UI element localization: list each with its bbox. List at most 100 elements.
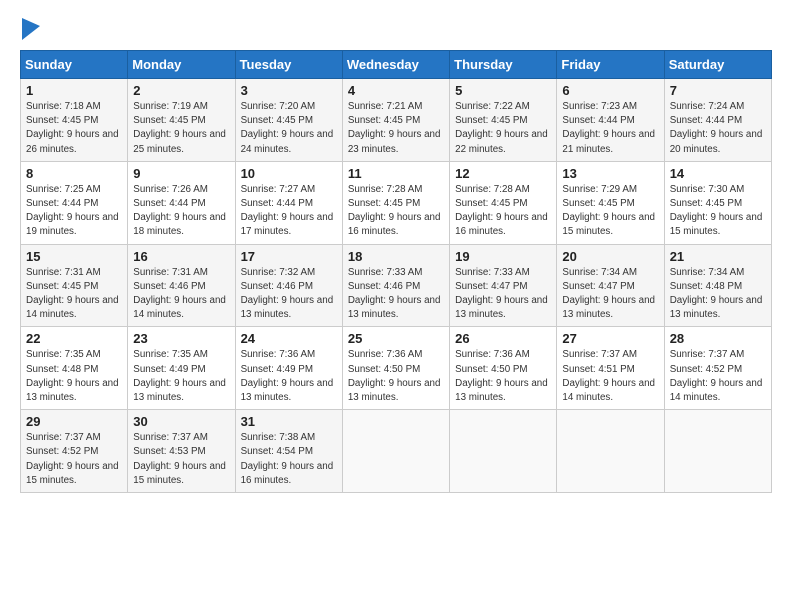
day-cell: 31 Sunrise: 7:38 AM Sunset: 4:54 PM Dayl… [235,410,342,493]
day-info: Sunrise: 7:29 AM Sunset: 4:45 PM Dayligh… [562,183,658,240]
logo [20,18,40,40]
day-info: Sunrise: 7:26 AM Sunset: 4:44 PM Dayligh… [133,183,229,240]
week-row-2: 8 Sunrise: 7:25 AM Sunset: 4:44 PM Dayli… [21,161,772,244]
day-cell: 17 Sunrise: 7:32 AM Sunset: 4:46 PM Dayl… [235,244,342,327]
day-info: Sunrise: 7:35 AM Sunset: 4:48 PM Dayligh… [26,348,122,405]
day-cell: 13 Sunrise: 7:29 AM Sunset: 4:45 PM Dayl… [557,161,664,244]
day-info: Sunrise: 7:24 AM Sunset: 4:44 PM Dayligh… [670,100,766,157]
weekday-header-wednesday: Wednesday [342,51,449,79]
day-number: 12 [455,166,551,181]
day-info: Sunrise: 7:34 AM Sunset: 4:48 PM Dayligh… [670,266,766,323]
day-number: 16 [133,249,229,264]
day-cell: 1 Sunrise: 7:18 AM Sunset: 4:45 PM Dayli… [21,79,128,162]
day-number: 18 [348,249,444,264]
day-info: Sunrise: 7:37 AM Sunset: 4:52 PM Dayligh… [26,431,122,488]
day-number: 15 [26,249,122,264]
day-cell: 5 Sunrise: 7:22 AM Sunset: 4:45 PM Dayli… [450,79,557,162]
day-info: Sunrise: 7:20 AM Sunset: 4:45 PM Dayligh… [241,100,337,157]
day-info: Sunrise: 7:28 AM Sunset: 4:45 PM Dayligh… [455,183,551,240]
day-cell: 21 Sunrise: 7:34 AM Sunset: 4:48 PM Dayl… [664,244,771,327]
weekday-header-row: SundayMondayTuesdayWednesdayThursdayFrid… [21,51,772,79]
day-cell [342,410,449,493]
day-number: 29 [26,414,122,429]
day-cell [450,410,557,493]
weekday-header-tuesday: Tuesday [235,51,342,79]
calendar-page: SundayMondayTuesdayWednesdayThursdayFrid… [0,0,792,612]
day-cell [664,410,771,493]
day-number: 31 [241,414,337,429]
calendar-table: SundayMondayTuesdayWednesdayThursdayFrid… [20,50,772,493]
day-info: Sunrise: 7:36 AM Sunset: 4:50 PM Dayligh… [348,348,444,405]
day-number: 17 [241,249,337,264]
day-cell: 20 Sunrise: 7:34 AM Sunset: 4:47 PM Dayl… [557,244,664,327]
day-info: Sunrise: 7:31 AM Sunset: 4:46 PM Dayligh… [133,266,229,323]
day-cell: 11 Sunrise: 7:28 AM Sunset: 4:45 PM Dayl… [342,161,449,244]
day-info: Sunrise: 7:32 AM Sunset: 4:46 PM Dayligh… [241,266,337,323]
day-number: 4 [348,83,444,98]
day-number: 1 [26,83,122,98]
day-number: 5 [455,83,551,98]
day-cell: 10 Sunrise: 7:27 AM Sunset: 4:44 PM Dayl… [235,161,342,244]
day-number: 10 [241,166,337,181]
day-info: Sunrise: 7:22 AM Sunset: 4:45 PM Dayligh… [455,100,551,157]
day-number: 7 [670,83,766,98]
day-number: 13 [562,166,658,181]
day-info: Sunrise: 7:36 AM Sunset: 4:49 PM Dayligh… [241,348,337,405]
day-number: 11 [348,166,444,181]
day-cell: 28 Sunrise: 7:37 AM Sunset: 4:52 PM Dayl… [664,327,771,410]
day-number: 3 [241,83,337,98]
day-cell: 4 Sunrise: 7:21 AM Sunset: 4:45 PM Dayli… [342,79,449,162]
day-number: 24 [241,331,337,346]
day-cell: 3 Sunrise: 7:20 AM Sunset: 4:45 PM Dayli… [235,79,342,162]
week-row-5: 29 Sunrise: 7:37 AM Sunset: 4:52 PM Dayl… [21,410,772,493]
week-row-4: 22 Sunrise: 7:35 AM Sunset: 4:48 PM Dayl… [21,327,772,410]
day-number: 26 [455,331,551,346]
day-cell: 6 Sunrise: 7:23 AM Sunset: 4:44 PM Dayli… [557,79,664,162]
day-cell: 15 Sunrise: 7:31 AM Sunset: 4:45 PM Dayl… [21,244,128,327]
day-number: 22 [26,331,122,346]
day-cell: 12 Sunrise: 7:28 AM Sunset: 4:45 PM Dayl… [450,161,557,244]
day-number: 19 [455,249,551,264]
day-info: Sunrise: 7:37 AM Sunset: 4:52 PM Dayligh… [670,348,766,405]
weekday-header-thursday: Thursday [450,51,557,79]
day-number: 9 [133,166,229,181]
day-info: Sunrise: 7:31 AM Sunset: 4:45 PM Dayligh… [26,266,122,323]
day-number: 8 [26,166,122,181]
day-cell: 24 Sunrise: 7:36 AM Sunset: 4:49 PM Dayl… [235,327,342,410]
day-cell [557,410,664,493]
day-cell: 30 Sunrise: 7:37 AM Sunset: 4:53 PM Dayl… [128,410,235,493]
header [20,18,772,40]
day-cell: 18 Sunrise: 7:33 AM Sunset: 4:46 PM Dayl… [342,244,449,327]
day-cell: 2 Sunrise: 7:19 AM Sunset: 4:45 PM Dayli… [128,79,235,162]
day-cell: 26 Sunrise: 7:36 AM Sunset: 4:50 PM Dayl… [450,327,557,410]
day-cell: 19 Sunrise: 7:33 AM Sunset: 4:47 PM Dayl… [450,244,557,327]
day-info: Sunrise: 7:33 AM Sunset: 4:47 PM Dayligh… [455,266,551,323]
day-info: Sunrise: 7:33 AM Sunset: 4:46 PM Dayligh… [348,266,444,323]
day-cell: 8 Sunrise: 7:25 AM Sunset: 4:44 PM Dayli… [21,161,128,244]
day-number: 30 [133,414,229,429]
day-info: Sunrise: 7:21 AM Sunset: 4:45 PM Dayligh… [348,100,444,157]
weekday-header-friday: Friday [557,51,664,79]
day-info: Sunrise: 7:38 AM Sunset: 4:54 PM Dayligh… [241,431,337,488]
day-info: Sunrise: 7:27 AM Sunset: 4:44 PM Dayligh… [241,183,337,240]
day-cell: 27 Sunrise: 7:37 AM Sunset: 4:51 PM Dayl… [557,327,664,410]
day-info: Sunrise: 7:30 AM Sunset: 4:45 PM Dayligh… [670,183,766,240]
day-number: 6 [562,83,658,98]
weekday-header-saturday: Saturday [664,51,771,79]
day-number: 25 [348,331,444,346]
day-cell: 7 Sunrise: 7:24 AM Sunset: 4:44 PM Dayli… [664,79,771,162]
day-cell: 9 Sunrise: 7:26 AM Sunset: 4:44 PM Dayli… [128,161,235,244]
logo-icon [22,18,40,40]
day-info: Sunrise: 7:37 AM Sunset: 4:53 PM Dayligh… [133,431,229,488]
logo-text [20,18,40,40]
day-info: Sunrise: 7:25 AM Sunset: 4:44 PM Dayligh… [26,183,122,240]
day-info: Sunrise: 7:18 AM Sunset: 4:45 PM Dayligh… [26,100,122,157]
day-cell: 29 Sunrise: 7:37 AM Sunset: 4:52 PM Dayl… [21,410,128,493]
day-info: Sunrise: 7:35 AM Sunset: 4:49 PM Dayligh… [133,348,229,405]
day-number: 23 [133,331,229,346]
day-number: 2 [133,83,229,98]
week-row-3: 15 Sunrise: 7:31 AM Sunset: 4:45 PM Dayl… [21,244,772,327]
day-cell: 16 Sunrise: 7:31 AM Sunset: 4:46 PM Dayl… [128,244,235,327]
day-number: 27 [562,331,658,346]
day-number: 21 [670,249,766,264]
